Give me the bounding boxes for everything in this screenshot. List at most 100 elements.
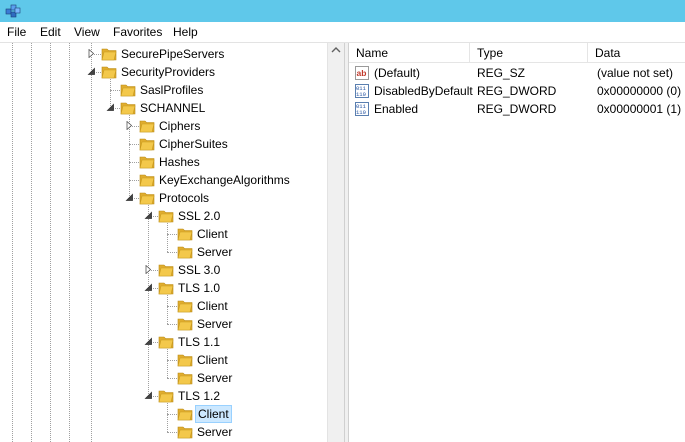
tree-node[interactable]: TLS 1.2 <box>0 387 327 405</box>
tree-node-label: Server <box>197 245 233 259</box>
key-tree[interactable]: SecurePipeServers SecurityProviders SaslPr… <box>0 43 344 442</box>
tree-node[interactable]: Ciphers <box>0 117 327 135</box>
tree-node-label: Server <box>197 317 233 331</box>
folder-icon <box>139 174 155 187</box>
value-row[interactable]: ab (Default) REG_SZ (value not set) <box>349 64 685 82</box>
value-data: 0x00000000 (0) <box>597 84 682 98</box>
tree-node-label: SecurePipeServers <box>121 47 225 61</box>
value-name: (Default) <box>374 66 421 80</box>
menu-view[interactable]: View <box>74 25 100 39</box>
folder-icon <box>177 408 193 421</box>
tree-node[interactable]: SecurePipeServers <box>0 45 327 63</box>
folder-icon <box>177 300 193 313</box>
scroll-up-arrow-icon[interactable] <box>330 45 342 54</box>
tree-node[interactable]: Client <box>0 225 327 243</box>
tree-node[interactable]: SSL 2.0 <box>0 207 327 225</box>
expand-arrow-icon[interactable] <box>125 121 134 130</box>
folder-icon <box>177 372 193 385</box>
tree-node[interactable]: Server <box>0 243 327 261</box>
folder-icon <box>177 246 193 259</box>
tree-node[interactable]: Server <box>0 315 327 333</box>
svg-text:ab: ab <box>357 68 367 78</box>
tree-node-label: Protocols <box>159 191 210 205</box>
tree-node-label: SecurityProviders <box>121 65 216 79</box>
tree-node[interactable]: TLS 1.1 <box>0 333 327 351</box>
collapse-arrow-icon[interactable] <box>125 193 134 202</box>
tree-node-label: TLS 1.2 <box>178 389 221 403</box>
tree-node-label: SCHANNEL <box>140 101 206 115</box>
binary-value-icon: 011 110 <box>355 102 369 116</box>
tree-node-label: Server <box>197 425 233 439</box>
value-row[interactable]: 011 110 Enabled REG_DWORD 0x00000001 (1) <box>349 100 685 118</box>
tree-node[interactable]: Protocols <box>0 189 327 207</box>
tree-node[interactable]: Server <box>0 369 327 387</box>
tree-node-label: SaslProfiles <box>140 83 204 97</box>
collapse-arrow-icon[interactable] <box>144 391 153 400</box>
tree-node[interactable]: KeyExchangeAlgorithms <box>0 171 327 189</box>
value-data: 0x00000001 (1) <box>597 102 682 116</box>
tree-node-label: KeyExchangeAlgorithms <box>159 173 290 187</box>
folder-icon <box>101 66 117 79</box>
column-header-name[interactable]: Name <box>349 43 470 63</box>
tree-node[interactable]: TLS 1.0 <box>0 279 327 297</box>
svg-text:110: 110 <box>356 109 366 116</box>
values-list: Name Type Data ab (Default) REG_SZ (valu… <box>349 43 685 442</box>
tree-node[interactable]: Server <box>0 423 327 441</box>
tree-node-label: Ciphers <box>159 119 201 133</box>
tree-node[interactable]: SCHANNEL <box>0 99 327 117</box>
collapse-arrow-icon[interactable] <box>87 67 96 76</box>
folder-icon <box>158 282 174 295</box>
tree-node-label: Client <box>195 405 232 423</box>
folder-icon <box>177 426 193 439</box>
collapse-arrow-icon[interactable] <box>144 337 153 346</box>
tree-node[interactable]: CipherSuites <box>0 135 327 153</box>
value-type: REG_DWORD <box>477 102 557 116</box>
menu-edit[interactable]: Edit <box>40 25 61 39</box>
tree-node[interactable]: SaslProfiles <box>0 81 327 99</box>
tree-node-label: Client <box>197 299 228 313</box>
tree-node-label: Client <box>197 353 228 367</box>
tree-node[interactable]: Client <box>0 351 327 369</box>
value-type: REG_SZ <box>477 66 526 80</box>
folder-icon <box>101 48 117 61</box>
tree-node[interactable]: Hashes <box>0 153 327 171</box>
folder-icon <box>139 156 155 169</box>
column-header-data[interactable]: Data <box>588 43 685 63</box>
tree-node-label: Server <box>197 371 233 385</box>
folder-icon <box>158 210 174 223</box>
tree-node[interactable]: Client <box>0 405 327 423</box>
registry-editor-icon[interactable] <box>5 3 21 19</box>
folder-icon <box>120 102 136 115</box>
tree-node-label: SSL 3.0 <box>178 263 221 277</box>
tree-node[interactable]: SSL 3.0 <box>0 261 327 279</box>
tree-node-label: Hashes <box>159 155 200 169</box>
folder-icon <box>158 390 174 403</box>
tree-node-label: SSL 2.0 <box>178 209 221 223</box>
menu-favorites[interactable]: Favorites <box>113 25 162 39</box>
tree-node[interactable]: Client <box>0 297 327 315</box>
folder-icon <box>139 120 155 133</box>
tree-node-label: Client <box>197 227 228 241</box>
value-row[interactable]: 011 110 DisabledByDefault REG_DWORD 0x00… <box>349 82 685 100</box>
menu-file[interactable]: File <box>7 25 26 39</box>
menu-help[interactable]: Help <box>173 25 198 39</box>
tree-node-label: TLS 1.1 <box>178 335 221 349</box>
collapse-arrow-icon[interactable] <box>144 283 153 292</box>
folder-icon <box>120 84 136 97</box>
folder-icon <box>177 354 193 367</box>
value-name: Enabled <box>374 102 419 116</box>
column-header-type[interactable]: Type <box>470 43 588 63</box>
tree-node[interactable]: SecurityProviders <box>0 63 327 81</box>
value-name: DisabledByDefault <box>374 84 473 98</box>
menu-bar: File Edit View Favorites Help <box>0 22 685 43</box>
collapse-arrow-icon[interactable] <box>106 103 115 112</box>
collapse-arrow-icon[interactable] <box>144 211 153 220</box>
string-value-icon: ab <box>355 66 369 80</box>
folder-icon <box>177 318 193 331</box>
expand-arrow-icon[interactable] <box>87 49 96 58</box>
expand-arrow-icon[interactable] <box>144 265 153 274</box>
tree-scrollbar[interactable] <box>327 43 345 442</box>
folder-icon <box>139 192 155 205</box>
title-bar <box>0 0 685 22</box>
folder-icon <box>158 336 174 349</box>
